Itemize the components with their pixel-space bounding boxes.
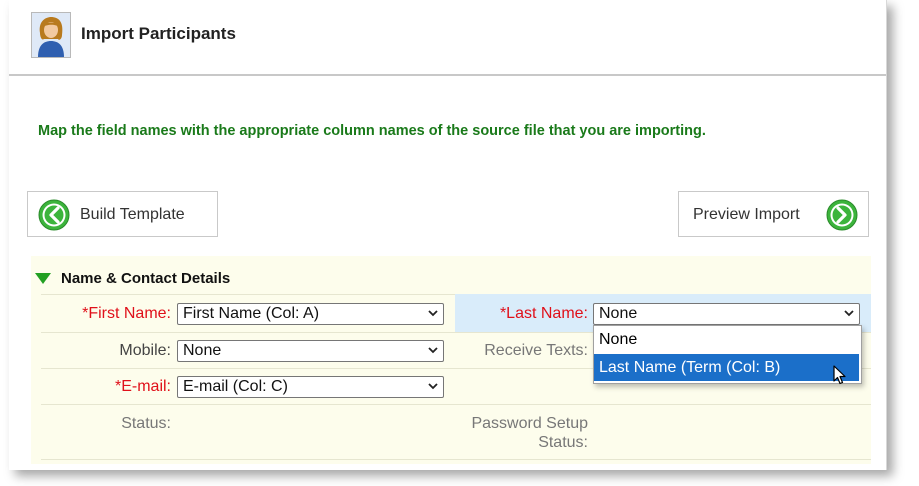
mobile-label: Mobile:	[119, 342, 171, 359]
last-name-select[interactable]: None	[593, 303, 860, 325]
arrow-left-circle-icon	[38, 199, 70, 231]
page-header: Import Participants	[9, 0, 886, 76]
mobile-select[interactable]: None	[177, 340, 444, 362]
preview-import-button[interactable]: Preview Import	[678, 191, 869, 237]
receive-texts-label: Receive Texts:	[484, 342, 588, 359]
mouse-cursor-icon	[833, 365, 846, 385]
user-avatar-icon	[31, 12, 71, 58]
chevron-down-icon	[428, 383, 438, 390]
section-title: Name & Contact Details	[61, 270, 231, 287]
dropdown-option-highlighted[interactable]: Last Name (Term (Col: B)	[594, 354, 859, 381]
page-title: Import Participants	[81, 24, 236, 43]
build-template-button[interactable]: Build Template	[27, 191, 218, 237]
email-value: E-mail (Col: C)	[183, 378, 288, 395]
section-header[interactable]: Name & Contact Details	[31, 256, 871, 294]
instructions-text: Map the field names with the appropriate…	[38, 123, 706, 139]
row-divider	[41, 404, 871, 405]
first-name-value: First Name (Col: A)	[183, 305, 320, 322]
build-template-label: Build Template	[80, 206, 185, 223]
email-label: *E-mail:	[114, 378, 171, 395]
import-panel: Import Participants Map the field names …	[9, 0, 887, 470]
row-divider	[41, 459, 871, 460]
password-setup-label-line1: Password Setup	[471, 415, 588, 432]
email-select[interactable]: E-mail (Col: C)	[177, 376, 444, 398]
mobile-value: None	[183, 342, 222, 359]
chevron-down-icon	[844, 310, 854, 317]
password-setup-label-line2: Status:	[538, 434, 588, 451]
arrow-right-circle-icon	[826, 199, 858, 231]
preview-import-label: Preview Import	[693, 206, 800, 223]
dropdown-option[interactable]: None	[594, 326, 859, 353]
last-name-label: *Last Name:	[499, 305, 588, 322]
status-label: Status:	[121, 415, 171, 432]
first-name-select[interactable]: First Name (Col: A)	[177, 303, 444, 325]
last-name-dropdown-list[interactable]: None Last Name (Term (Col: B)	[593, 325, 862, 384]
last-name-value: None	[599, 305, 638, 322]
first-name-label: *First Name:	[82, 305, 171, 322]
collapse-triangle-icon[interactable]	[35, 273, 51, 284]
